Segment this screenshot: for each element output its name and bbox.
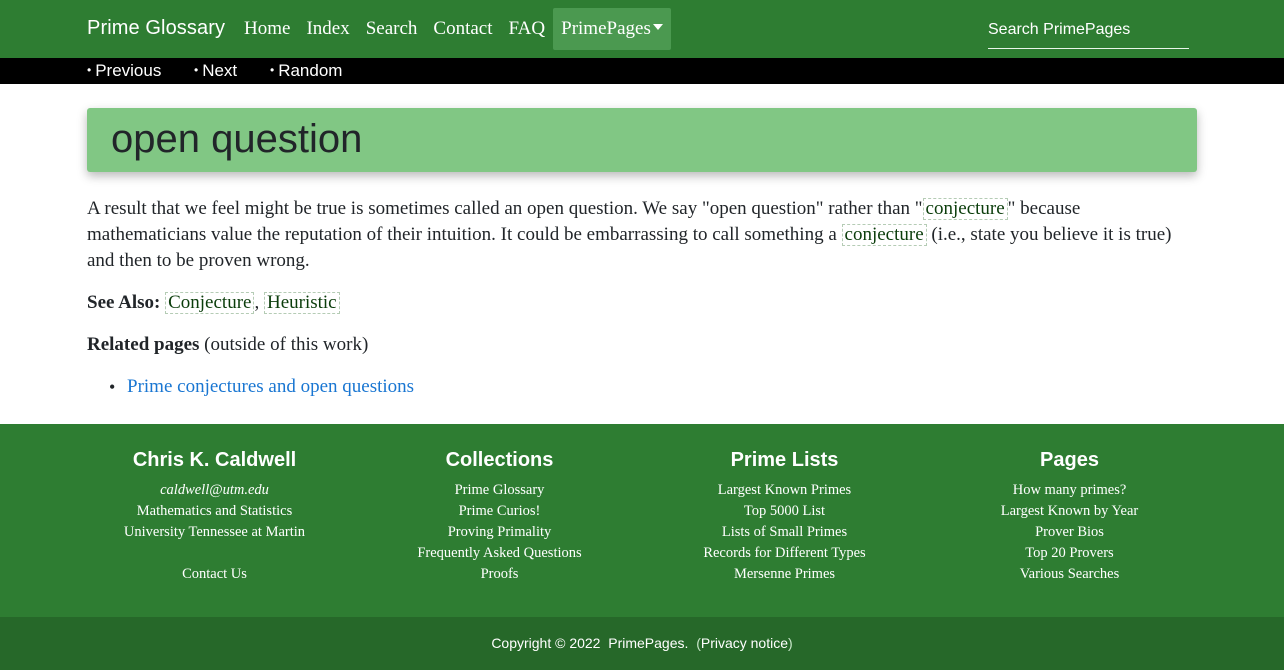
related-pages-suffix: (outside of this work) [199, 334, 369, 355]
glossary-term-conjecture[interactable]: conjecture [922, 198, 1008, 220]
footer-link[interactable]: Records for Different Types [642, 543, 927, 564]
author-university: University Tennessee at Martin [123, 524, 306, 540]
related-pages-label: Related pages [87, 334, 200, 355]
paren-close: ) [788, 635, 793, 651]
definition-paragraph: A result that we feel might be true is s… [87, 196, 1197, 274]
entry-navigation: • Previous • Next • Random [0, 58, 1284, 84]
footer-column-title: Collections [445, 449, 554, 471]
footer-link[interactable]: Various Searches [927, 564, 1212, 585]
footer-link[interactable]: How many primes? [927, 480, 1212, 501]
top-navbar: Prime Glossary Home Index Search Contact… [0, 0, 1284, 58]
footer-link[interactable]: Proofs [357, 564, 642, 585]
nav-link-contact[interactable]: Contact [425, 8, 500, 50]
site-brand[interactable]: Prime Glossary [87, 17, 225, 40]
footer: Chris K. Caldwell caldwell@utm.edu Mathe… [0, 424, 1284, 617]
see-also-label: See Also: [87, 292, 161, 313]
see-also-separator: , [254, 292, 260, 313]
footer-link[interactable]: Prime Glossary [357, 480, 642, 501]
footer-column-title: Prime Lists [730, 449, 839, 471]
see-also-conjecture[interactable]: Conjecture [165, 292, 255, 314]
footer-link[interactable]: Largest Known by Year [927, 501, 1212, 522]
nav-link-index[interactable]: Index [298, 8, 357, 50]
definition-text-1: A result that we feel might be true is s… [87, 198, 923, 219]
contact-us-link[interactable]: Contact Us [72, 564, 357, 585]
footer-column-prime-lists: Prime Lists Largest Known Primes Top 500… [642, 448, 927, 585]
copyright-notice: Copyright © 2022 [491, 635, 601, 651]
related-links-list: Prime conjectures and open questions [87, 374, 1197, 400]
privacy-notice-link[interactable]: Privacy notice [701, 635, 788, 651]
primepages-dropdown-label: PrimePages [561, 18, 651, 39]
primepages-dropdown[interactable]: PrimePages [553, 8, 671, 50]
related-pages-paragraph: Related pages (outside of this work) [87, 332, 1197, 358]
random-link[interactable]: • Random [270, 61, 342, 81]
footer-column-pages: Pages How many primes? Largest Known by … [927, 448, 1212, 585]
footer-link[interactable]: Prover Bios [927, 522, 1212, 543]
footer-link[interactable]: Largest Known Primes [642, 480, 927, 501]
site-name[interactable]: PrimePages. [608, 635, 688, 651]
search-input[interactable] [988, 18, 1189, 42]
search-box [988, 18, 1189, 49]
next-label: Next [202, 61, 238, 80]
caret-down-icon [652, 23, 663, 30]
footer-column-author: Chris K. Caldwell caldwell@utm.edu Mathe… [72, 448, 357, 585]
bullet-icon: • [270, 63, 275, 77]
nav-link-faq[interactable]: FAQ [501, 8, 554, 50]
footer-link[interactable]: Proving Primality [357, 522, 642, 543]
footer-link[interactable]: Frequently Asked Questions [357, 543, 642, 564]
random-label: Random [278, 61, 343, 80]
nav-links: Home Index Search Contact FAQ PrimePages [236, 8, 671, 50]
copyright-text: Copyright © 2022 PrimePages. (Privacy no… [0, 635, 1284, 651]
footer-column-title: Chris K. Caldwell [132, 449, 297, 471]
nav-link-search[interactable]: Search [358, 8, 426, 50]
glossary-term-conjecture[interactable]: conjecture [841, 224, 927, 246]
copyright-bar: Copyright © 2022 PrimePages. (Privacy no… [0, 617, 1284, 670]
see-also-paragraph: See Also: Conjecture, Heuristic [87, 290, 1197, 316]
footer-link[interactable]: Top 20 Provers [927, 543, 1212, 564]
bullet-icon: • [87, 63, 92, 77]
bullet-icon: • [194, 63, 199, 77]
footer-link[interactable]: Lists of Small Primes [642, 522, 927, 543]
footer-link[interactable]: Mersenne Primes [642, 564, 927, 585]
author-department: Mathematics and Statistics [136, 503, 293, 519]
see-also-heuristic[interactable]: Heuristic [263, 292, 340, 314]
nav-link-home[interactable]: Home [236, 8, 298, 50]
page-title: open question [111, 117, 363, 161]
previous-link[interactable]: • Previous [87, 61, 161, 81]
author-email[interactable]: caldwell@utm.edu [72, 480, 357, 501]
previous-label: Previous [95, 61, 162, 80]
list-item: Prime conjectures and open questions [109, 374, 1197, 400]
main-content: A result that we feel might be true is s… [87, 196, 1197, 400]
footer-column-title: Pages [1040, 449, 1099, 471]
footer-column-collections: Collections Prime Glossary Prime Curios!… [357, 448, 642, 585]
title-card: open question [87, 108, 1197, 172]
footer-link[interactable]: Top 5000 List [642, 501, 927, 522]
related-link-prime-conjectures[interactable]: Prime conjectures and open questions [127, 376, 414, 397]
footer-link[interactable]: Prime Curios! [357, 501, 642, 522]
next-link[interactable]: • Next [194, 61, 237, 81]
